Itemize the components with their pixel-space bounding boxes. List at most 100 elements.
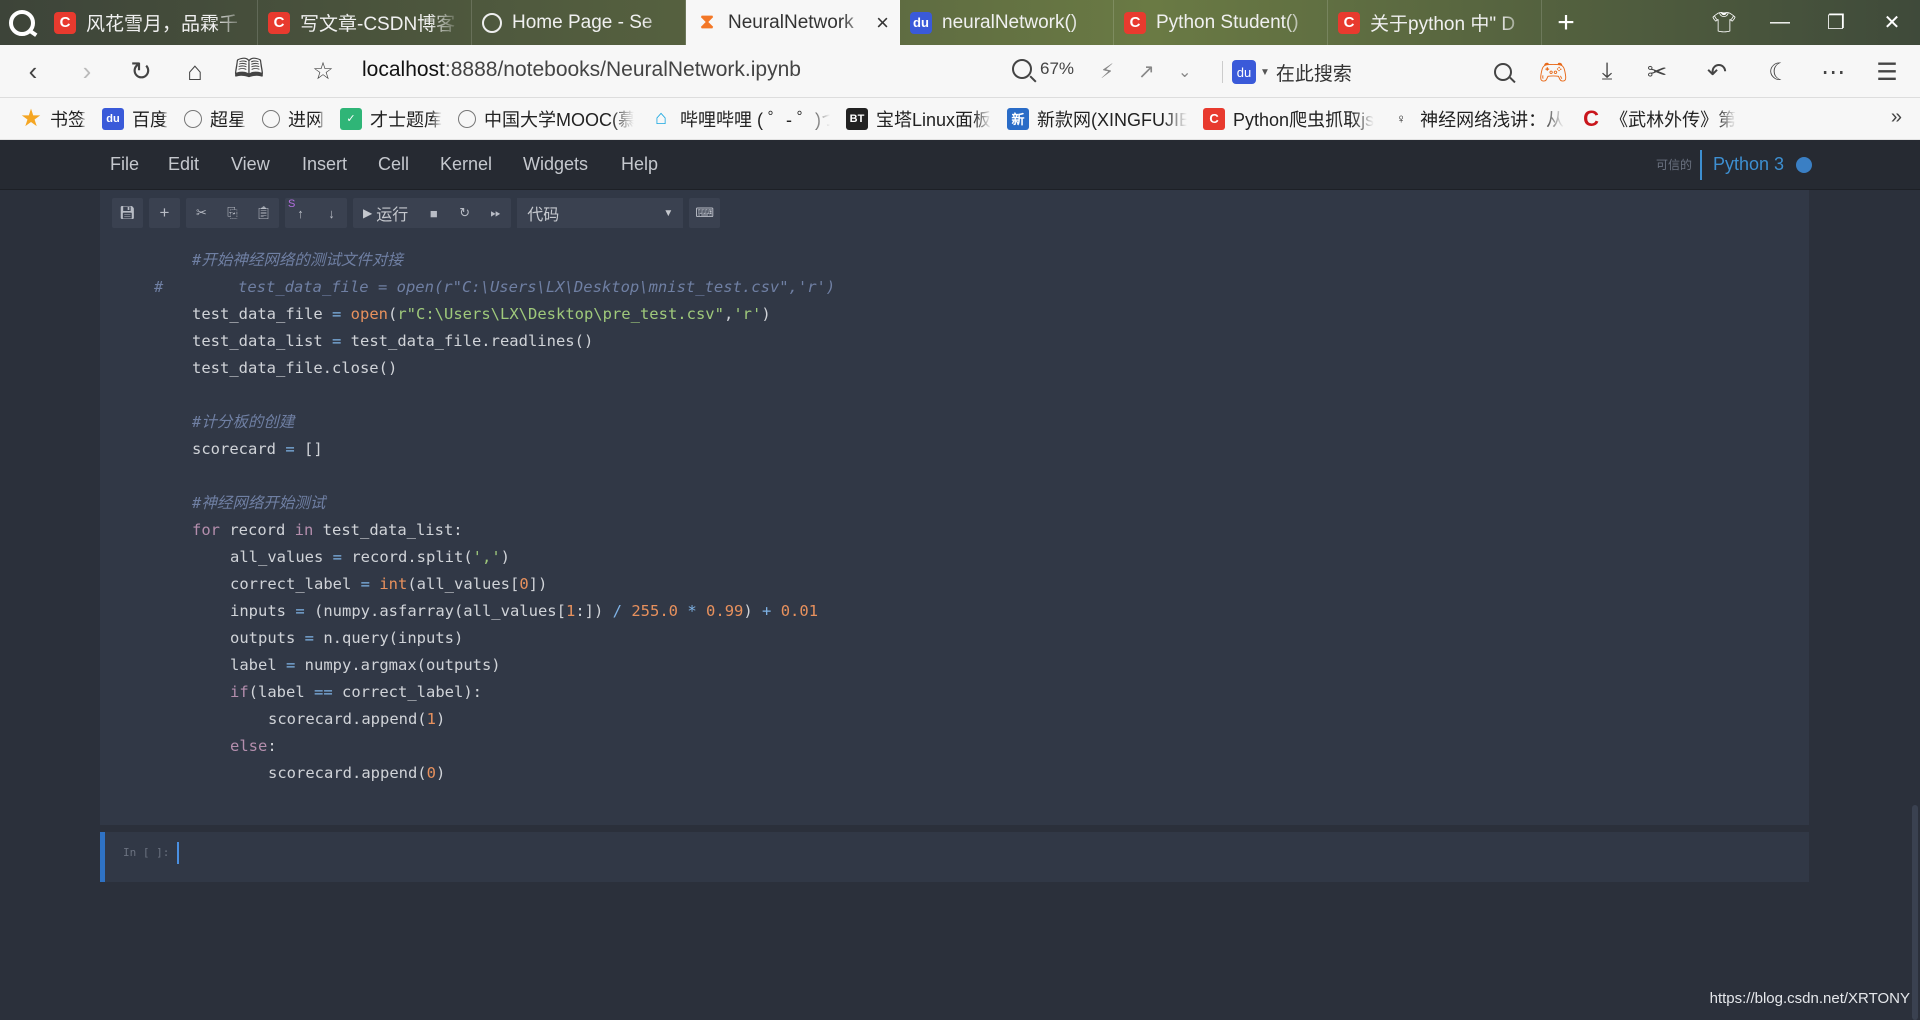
scissors-icon[interactable]: ✂ <box>1640 56 1674 88</box>
cell-prompt: In [ ]: <box>123 846 170 859</box>
tab-label: 关于python 中" D <box>1370 14 1516 35</box>
csdn-icon: C <box>1203 107 1226 130</box>
empty-code-cell[interactable]: In [ ]: <box>100 832 1809 882</box>
night-mode-icon[interactable]: ☾ <box>1762 56 1796 88</box>
search-box[interactable]: du ▼ 在此搜索 <box>1232 55 1512 89</box>
menu-insert[interactable]: Insert <box>302 154 347 175</box>
tab-label: NeuralNetwork <box>728 11 854 33</box>
baidu-paw-icon[interactable]: du <box>1232 60 1256 84</box>
code-line: #计分板的创建 <box>192 413 295 431</box>
insert-cell-icon[interactable]: + <box>149 198 180 228</box>
tab-5[interactable]: C Python Student() <box>1114 0 1328 45</box>
jupyter-menubar: File Edit View Insert Cell Kernel Widgets Help … <box>0 140 1920 190</box>
search-icon[interactable] <box>1494 63 1512 81</box>
close-tab-icon[interactable]: × <box>876 10 889 36</box>
bookmark-star-icon[interactable]: ☆ <box>296 45 350 98</box>
bookmark-item[interactable]: 进网 <box>262 106 324 132</box>
bookmark-item[interactable]: du 百度 <box>102 106 168 132</box>
more-icon[interactable]: ⋯ <box>1816 56 1850 88</box>
tab-3[interactable]: ⧗ NeuralNetwork × <box>686 0 900 45</box>
bookmark-item[interactable]: ✓ 才士题库 <box>340 106 442 132</box>
bilibili-icon: ⌂ <box>654 107 668 129</box>
save-icon[interactable]: 💾︎ <box>112 198 143 228</box>
run-button[interactable]: ▶ 运行 <box>353 198 418 228</box>
bookmark-label: 进网 <box>288 109 324 130</box>
back-button[interactable]: ‹ <box>6 45 60 98</box>
reader-mode-icon[interactable]: 🕮︎ <box>222 45 276 98</box>
zoom-indicator[interactable]: 67% <box>1012 59 1074 79</box>
code-line: #神经网络开始测试 <box>192 494 326 512</box>
forward-button[interactable]: › <box>60 45 114 98</box>
bookmark-item[interactable]: C 《武林外传》第 <box>1580 106 1736 132</box>
trusted-indicator[interactable]: 可信的 <box>1656 156 1692 173</box>
bookmark-label: 才士题库 <box>370 109 442 130</box>
bookmark-item[interactable]: 超星 <box>184 106 246 132</box>
divider <box>1700 150 1702 180</box>
reload-button[interactable]: ↻ <box>114 45 168 98</box>
home-button[interactable]: ⌂ <box>168 45 222 98</box>
zoom-level: 67% <box>1040 59 1075 78</box>
caret-down-icon[interactable]: ▼ <box>1260 67 1270 78</box>
tab-1[interactable]: C 写文章-CSDN博客 <box>258 0 472 45</box>
tab-0[interactable]: C 风花雪月，品霖千 <box>44 0 258 45</box>
bookmark-item[interactable]: BT 宝塔Linux面板 <box>846 106 991 132</box>
tab-4[interactable]: du neuralNetwork() <box>900 0 1114 45</box>
bookmark-item[interactable]: 中国大学MOOC(慕 <box>458 106 634 132</box>
bookmark-item[interactable]: ♀ 神经网络浅讲：从 <box>1390 106 1564 132</box>
menu-icon[interactable]: ☰ <box>1870 56 1904 88</box>
csdn-icon: C <box>1124 11 1146 34</box>
scrollbar[interactable] <box>1908 190 1920 1020</box>
move-down-icon[interactable]: ↓ <box>316 198 347 228</box>
search-input[interactable]: 在此搜索 <box>1276 59 1494 86</box>
code-editor[interactable]: #开始神经网络的测试文件对接 # test_data_file = open(r"… <box>154 247 835 787</box>
cut-icon[interactable]: ✂ <box>186 198 217 228</box>
menu-edit[interactable]: Edit <box>168 154 199 175</box>
code-line: test_data_list = test_data_file.readline… <box>192 332 594 350</box>
bookmark-item[interactable]: ★ 书签 <box>20 105 86 132</box>
menu-widgets[interactable]: Widgets <box>523 154 588 175</box>
kernel-name[interactable]: Python 3 <box>1713 154 1784 175</box>
window-controls: 👕︎ — ❐ ✕ <box>1696 0 1920 45</box>
more-bookmarks-icon[interactable]: » <box>1891 106 1902 129</box>
scrollbar-thumb[interactable] <box>1912 805 1918 1020</box>
gamepad-icon[interactable]: 🎮︎ <box>1536 56 1570 88</box>
menu-view[interactable]: View <box>231 154 270 175</box>
undo-icon[interactable]: ↶ <box>1700 56 1734 88</box>
chevron-down-icon[interactable]: ⌄ <box>1178 62 1191 82</box>
fast-forward-icon[interactable]: ⏩︎ <box>480 198 511 228</box>
restore-button[interactable]: ❐ <box>1808 0 1864 45</box>
bookmarks-bar: ★ 书签 du 百度 超星 进网 ✓ 才士题库 中国大学MOOC(慕 ⌂ 哔哩哔哩 ( ゜- ゜)つ… <box>0 98 1920 140</box>
divider <box>1222 61 1223 83</box>
restart-icon[interactable]: ↻ <box>449 198 480 228</box>
code-line: scorecard = [] <box>192 440 323 458</box>
code-line: if(label == correct_label): <box>230 683 482 701</box>
minimize-button[interactable]: — <box>1752 0 1808 45</box>
jupyter-icon: ⧗ <box>699 11 715 33</box>
cell-type-select[interactable]: 代码 ▼ <box>517 198 684 228</box>
keyboard-icon[interactable]: ⌨ <box>689 198 720 228</box>
browser-logo-icon[interactable] <box>0 0 44 45</box>
tab-2[interactable]: Home Page - Se <box>472 0 686 45</box>
bookmark-item[interactable]: C Python爬虫抓取js <box>1203 106 1374 132</box>
bookmark-label: 超星 <box>210 109 246 130</box>
copy-icon[interactable]: ⎘ <box>217 198 248 228</box>
lightning-icon[interactable]: ⚡︎ <box>1100 59 1114 84</box>
shirt-skin-icon[interactable]: 👕︎ <box>1696 0 1752 45</box>
url-field[interactable]: localhost:8888/notebooks/NeuralNetwork.i… <box>362 58 801 82</box>
menu-cell[interactable]: Cell <box>378 154 409 175</box>
bookmark-item[interactable]: 新新款网(XINGFUJIE <box>1007 106 1187 132</box>
share-icon[interactable]: ↗ <box>1138 59 1155 84</box>
menu-file[interactable]: File <box>110 154 139 175</box>
paste-icon[interactable]: 📋︎ <box>248 198 279 228</box>
tab-6[interactable]: C 关于python 中" D <box>1328 0 1542 45</box>
stop-icon[interactable]: ■ <box>418 198 449 228</box>
download-icon[interactable]: ⤓ <box>1590 56 1624 88</box>
code-line: # test_data_file = open(r"C:\Users\LX\De… <box>154 278 836 296</box>
tab-label: 写文章-CSDN博客 <box>300 14 456 35</box>
menu-help[interactable]: Help <box>621 154 658 175</box>
close-window-button[interactable]: ✕ <box>1864 0 1920 45</box>
menu-kernel[interactable]: Kernel <box>440 154 492 175</box>
new-tab-button[interactable]: + <box>1542 0 1590 45</box>
bookmark-item[interactable]: ⌂ 哔哩哔哩 ( ゜- ゜)つ <box>650 106 830 132</box>
